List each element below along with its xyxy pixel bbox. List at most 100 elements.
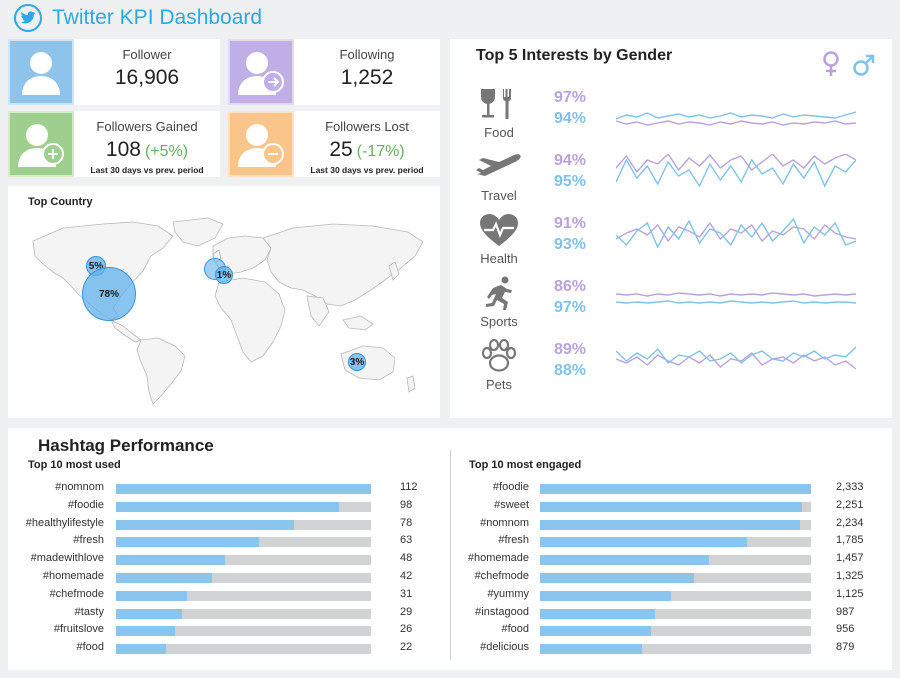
hashtag-bar-track[interactable] — [116, 537, 371, 548]
hashtag-bar-track[interactable] — [540, 590, 811, 601]
hashtag-bar — [116, 573, 212, 583]
map-bubble-europe[interactable]: 1% — [215, 266, 233, 284]
hashtag-bar — [540, 573, 694, 583]
hashtag-bar — [116, 626, 176, 637]
hashtag-value: 48 — [400, 552, 413, 565]
kpi-follower: Follower 16,906 — [8, 39, 220, 105]
hashtag-bar-track[interactable] — [116, 626, 371, 637]
hashtag-bar — [540, 484, 811, 494]
hashtag-label: #tasty — [74, 605, 104, 618]
hashtag-bar-track[interactable] — [540, 501, 811, 512]
interest-label: Pets — [485, 377, 512, 392]
male-symbol-icon — [852, 53, 876, 82]
top-country-card: Top Country 5% 78% 1% 3% — [8, 186, 440, 418]
hashtag-label: #homemade — [467, 552, 529, 565]
kpi-following-value: 1,252 — [340, 66, 394, 89]
hashtag-label: #madewithlove — [30, 552, 104, 565]
map-bubble-usa[interactable]: 78% — [82, 267, 136, 321]
hashtag-bar — [116, 537, 260, 548]
sparkline-female — [616, 154, 856, 174]
hashtag-bar — [116, 519, 294, 530]
interest-label: Food — [484, 125, 514, 140]
twitter-bird-icon — [14, 4, 42, 32]
interest-row-health: Health 91% 93% — [450, 211, 890, 273]
fork-glass-icon — [474, 85, 524, 123]
interest-sparkline — [616, 217, 856, 249]
kpi-lost-value-row: 25 (-17%) — [294, 138, 440, 162]
hashtag-bar-track[interactable] — [116, 644, 371, 655]
hashtag-label: #fruitslove — [53, 623, 104, 636]
hashtag-label: #fresh — [498, 534, 529, 547]
hashtag-value: 879 — [836, 641, 855, 654]
interest-female-pct: 89% — [554, 341, 587, 358]
interest-label: Health — [480, 251, 518, 266]
hashtag-bar-track[interactable] — [116, 501, 371, 512]
sparkline-female — [616, 292, 856, 297]
interest-female-pct: 97% — [554, 89, 587, 106]
hashtag-bar-track[interactable] — [116, 590, 371, 601]
top-country-title: Top Country — [28, 196, 93, 208]
hashtag-value: 2,333 — [836, 481, 864, 493]
hashtag-bar — [116, 590, 187, 601]
hashtag-bar-track[interactable] — [540, 537, 811, 548]
interest-sparkline — [616, 154, 856, 188]
interest-row-pets: Pets 89% 88% — [450, 337, 890, 399]
most-used-title: Top 10 most used — [28, 459, 121, 471]
interest-row-sports: Sports 86% 97% — [450, 274, 890, 336]
dashboard-header: Twitter KPI Dashboard — [14, 4, 262, 32]
user-plus-icon — [8, 111, 74, 177]
hashtag-bar — [116, 555, 226, 566]
hashtag-bar-track[interactable] — [116, 519, 371, 530]
hashtag-bar-track[interactable] — [540, 644, 811, 655]
hashtag-bar-track[interactable] — [116, 484, 371, 494]
hashtag-bar-track[interactable] — [540, 573, 811, 583]
map-bubble-australia[interactable]: 3% — [348, 353, 366, 371]
female-symbol-icon — [822, 51, 840, 82]
hashtag-bar-track[interactable] — [540, 519, 811, 530]
hashtag-label: #yummy — [487, 587, 529, 600]
hashtag-bar — [540, 537, 748, 548]
kpi-following-label: Following — [339, 47, 395, 62]
hashtag-bar-track[interactable] — [116, 608, 371, 619]
kpi-gained-change: (+5%) — [144, 143, 189, 160]
hashtag-bar-track[interactable] — [540, 626, 811, 637]
world-map — [32, 217, 424, 405]
hashtag-label: #nomnom — [480, 516, 529, 529]
kpi-followers-lost: Followers Lost 25 (-17%) Last 30 days vs … — [228, 111, 440, 177]
kpi-following: Following 1,252 — [228, 39, 440, 105]
hashtag-bar — [540, 519, 800, 530]
interest-sparkline — [616, 292, 856, 304]
hashtag-value: 26 — [400, 623, 413, 636]
user-icon — [8, 39, 74, 105]
hashtag-bar-track[interactable] — [540, 608, 811, 619]
hashtag-bar-track[interactable] — [116, 555, 371, 566]
hashtag-value: 31 — [400, 587, 413, 600]
hashtag-bar-track[interactable] — [116, 573, 371, 583]
hashtag-label: #sweet — [494, 498, 529, 511]
sparkline-male — [616, 111, 856, 120]
hashtag-bar-track[interactable] — [540, 484, 811, 494]
interest-row-travel: Travel 94% 95% — [450, 148, 890, 210]
hashtag-label: #foodie — [67, 498, 104, 511]
interest-row-food: Food 97% 94% — [450, 85, 890, 147]
interest-female-pct: 94% — [554, 152, 587, 169]
hashtag-bar-track[interactable] — [540, 555, 811, 566]
interests-card: Top 5 Interests by Gender Food 97% 94% Trav… — [450, 39, 892, 418]
hashtag-bar — [540, 555, 710, 566]
interest-male-pct: 97% — [554, 299, 587, 316]
kpi-lost-value: 25 — [329, 138, 353, 161]
hashtag-label: #homemade — [42, 570, 104, 582]
hashtag-bar — [116, 484, 371, 494]
sparkline-male — [616, 158, 856, 188]
interest-male-pct: 95% — [554, 173, 587, 190]
airplane-icon — [474, 148, 524, 186]
interest-sparkline — [616, 111, 856, 126]
kpi-follower-label: Follower — [122, 47, 172, 62]
hashtag-value: 98 — [400, 498, 413, 511]
kpi-gained-value: 108 — [105, 138, 141, 161]
most-engaged-title: Top 10 most engaged — [469, 459, 582, 471]
hashtag-value: 956 — [836, 623, 855, 636]
interests-title: Top 5 Interests by Gender — [476, 47, 673, 64]
hashtag-value: 22 — [400, 641, 413, 654]
sparkline-female — [616, 120, 856, 126]
